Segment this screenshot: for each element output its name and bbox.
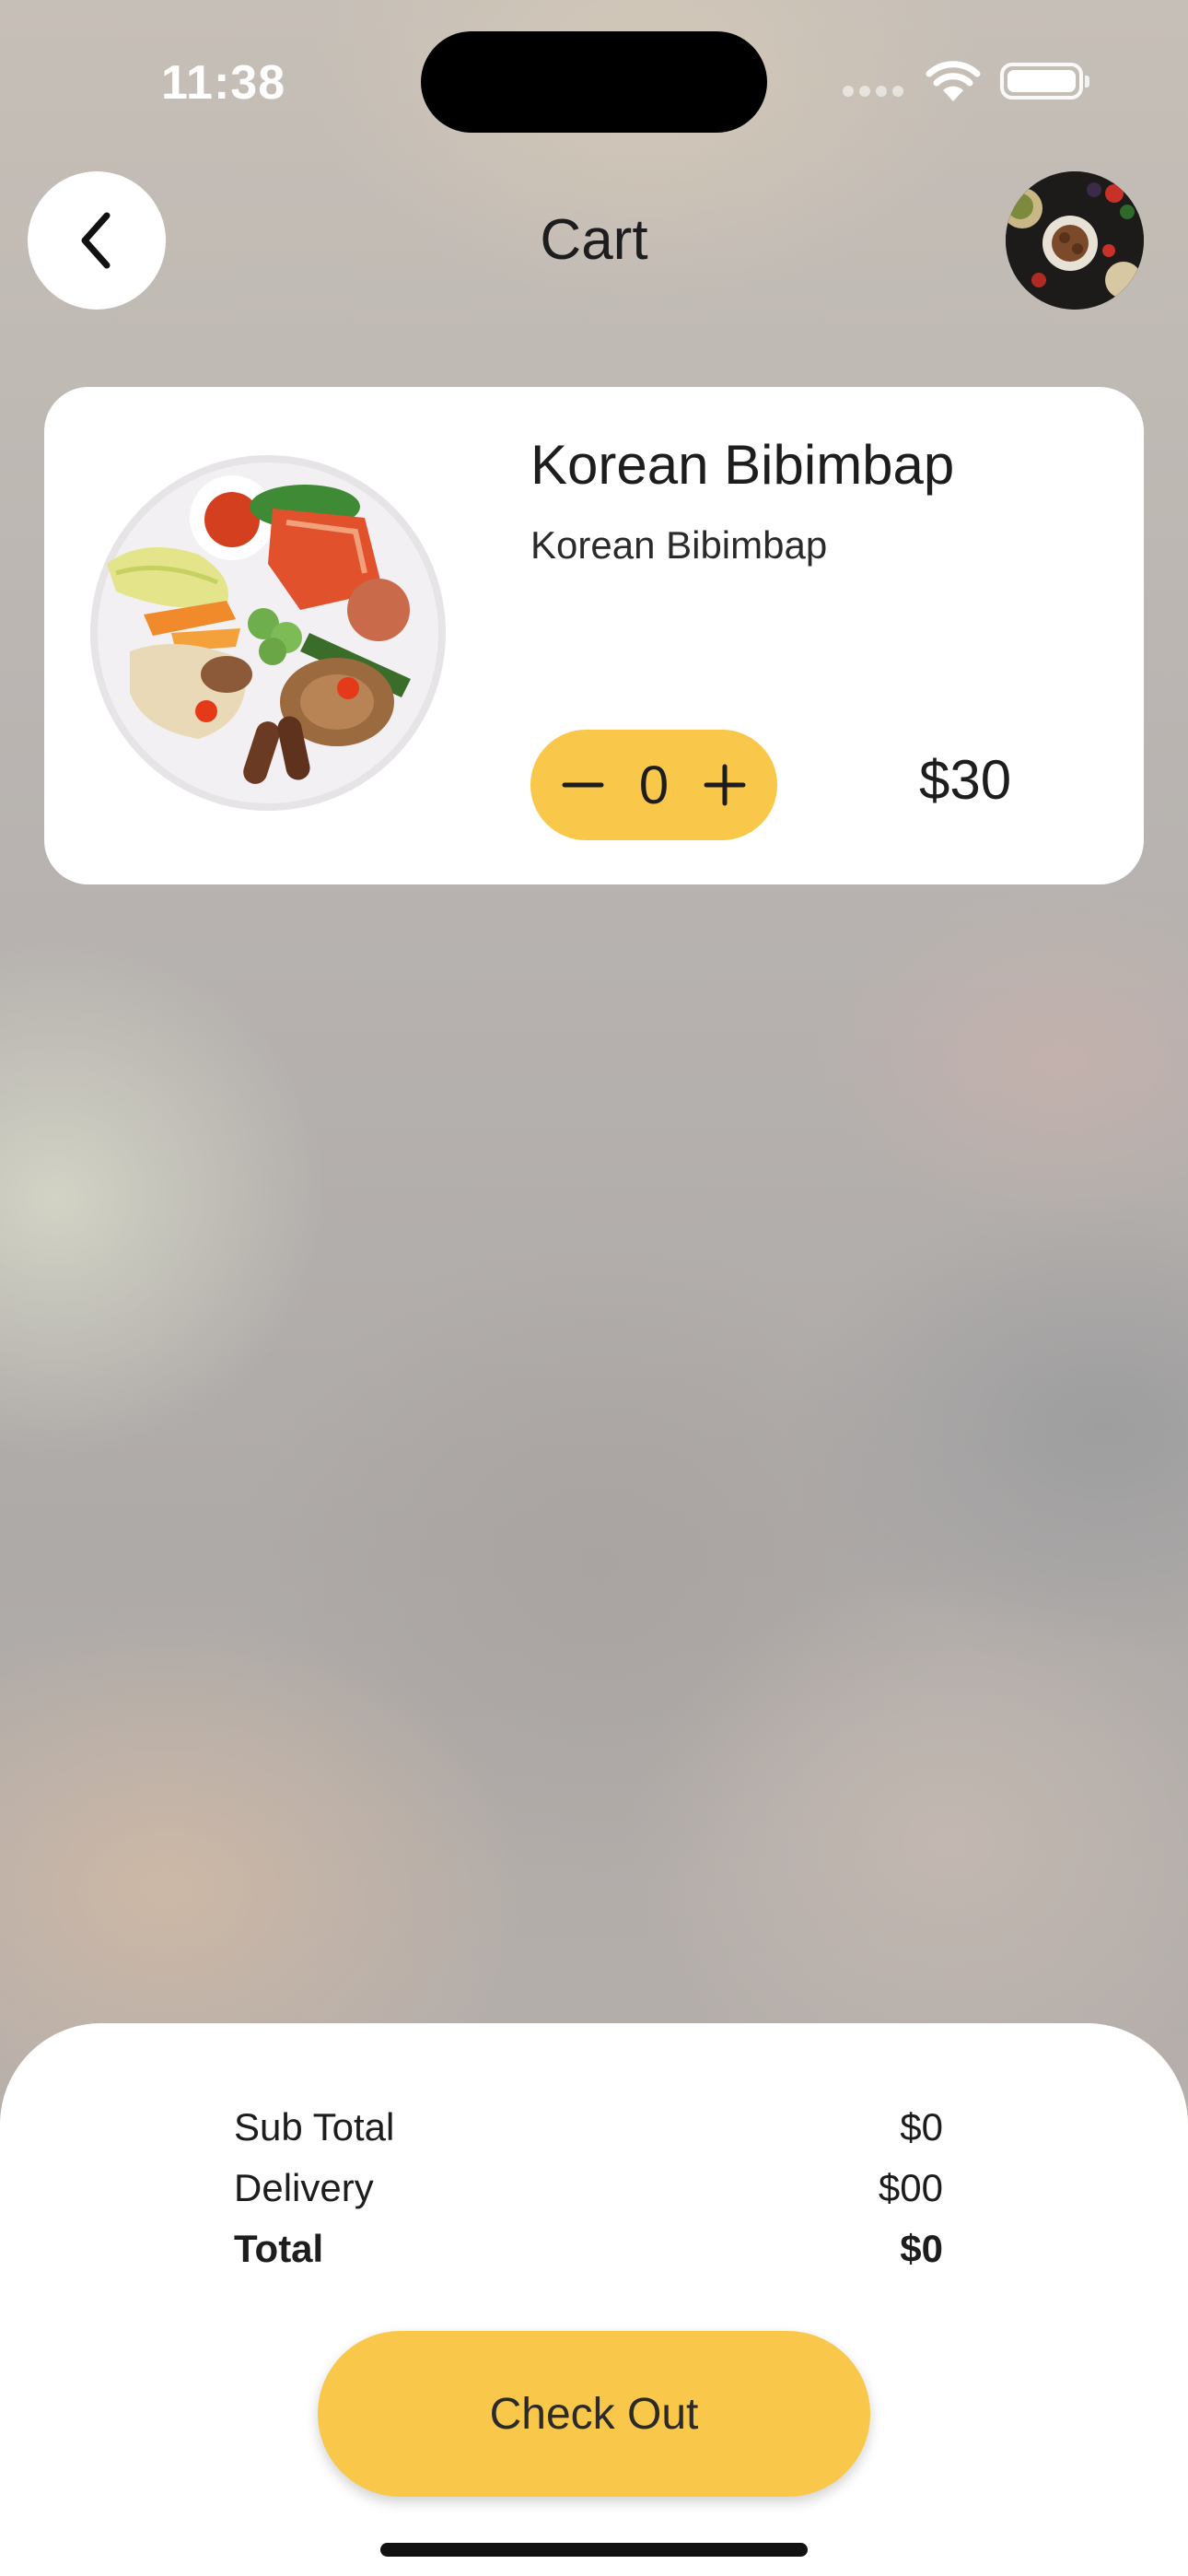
subtotal-value: $0 [900, 2105, 943, 2149]
food-collage-image [1006, 171, 1144, 310]
subtotal-label: Sub Total [234, 2105, 395, 2149]
item-description: Korean Bibimbap [530, 523, 828, 567]
battery-icon [1000, 63, 1089, 100]
minus-icon [562, 782, 604, 788]
home-indicator [380, 2543, 808, 2557]
cellular-signal-icon [843, 86, 903, 97]
dish-image [90, 455, 446, 811]
delivery-label: Delivery [234, 2166, 374, 2209]
quantity-value: 0 [638, 755, 670, 815]
wifi-icon [926, 61, 981, 101]
total-value: $0 [900, 2227, 943, 2270]
delivery-value: $00 [878, 2166, 943, 2209]
item-name: Korean Bibimbap [530, 434, 955, 496]
increment-button[interactable] [702, 762, 748, 808]
dynamic-island [421, 31, 767, 133]
quantity-stepper: 0 [530, 730, 777, 840]
cart-item-card: Korean Bibimbap Korean Bibimbap 0 $30 [44, 387, 1144, 884]
item-price: $30 [919, 749, 1012, 811]
total-label: Total [234, 2227, 324, 2270]
checkout-button[interactable]: Check Out [318, 2331, 870, 2497]
avatar[interactable] [1006, 171, 1144, 310]
status-time: 11:38 [161, 56, 286, 110]
decrement-button[interactable] [560, 762, 606, 808]
plus-icon [704, 764, 746, 806]
